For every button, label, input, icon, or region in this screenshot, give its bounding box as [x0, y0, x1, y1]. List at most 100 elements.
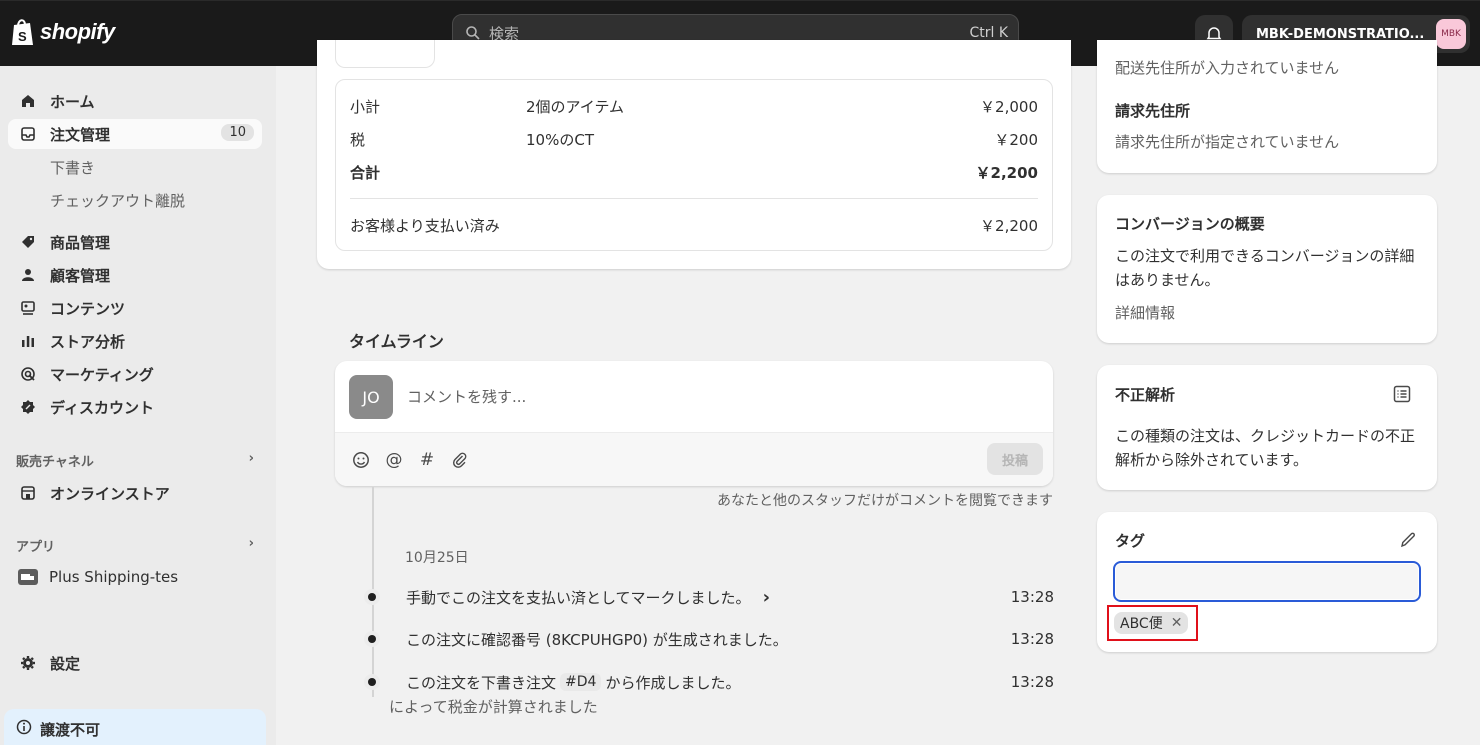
timeline-visibility-note: あなたと他のスタッフだけがコメントを閲覧できます — [717, 493, 1053, 509]
nav-drafts[interactable]: 下書き — [50, 157, 95, 178]
subtotal-row: 小計 2個のアイテム ￥2,000 — [350, 96, 1038, 117]
nav-discounts[interactable]: ディスカウント — [8, 392, 262, 422]
shopify-logo[interactable]: S shopify — [10, 17, 115, 47]
pencil-icon[interactable] — [1399, 531, 1417, 553]
nav-analytics[interactable]: ストア分析 — [8, 326, 262, 356]
summary-divider — [350, 198, 1038, 199]
post-button[interactable]: 投稿 — [987, 443, 1043, 475]
tag-chip: ABC便 ✕ — [1114, 612, 1189, 634]
event-time: 13:28 — [1010, 588, 1054, 606]
fraud-text: この種類の注文は、クレジットカードの不正解析から除外されています。 — [1115, 427, 1416, 469]
store-icon — [18, 483, 38, 503]
notice-label: 譲渡不可 — [40, 720, 101, 739]
conversion-text: この注文で利用できるコンバージョンの詳細はありません。 — [1115, 247, 1415, 289]
non-transferable-notice[interactable]: 譲渡不可 — [4, 709, 266, 745]
subtotal-amount: ￥2,000 — [980, 98, 1038, 116]
nav-orders-label: 注文管理 — [50, 125, 111, 144]
event-time: 13:28 — [1010, 630, 1054, 648]
more-info-link[interactable]: 詳細情報 — [1115, 301, 1419, 325]
tax-label: 税 — [350, 131, 366, 149]
hashtag-icon[interactable]: # — [417, 450, 437, 470]
list-icon[interactable] — [1393, 385, 1411, 407]
apps-label: アプリ — [16, 540, 56, 555]
svg-text:S: S — [18, 29, 27, 44]
total-desc — [526, 162, 976, 183]
nav-marketing-label: マーケティング — [50, 365, 154, 384]
nav-marketing[interactable]: マーケティング — [8, 359, 262, 389]
mention-icon[interactable]: @ — [384, 450, 404, 470]
nav-content-label: コンテンツ — [50, 299, 126, 318]
tag-icon — [18, 232, 38, 252]
timeline-event[interactable]: 手動でこの注文を支払い済としてマークしました。 › 13:28 — [364, 586, 1054, 608]
tags-card: タグ ABC便 ✕ — [1097, 512, 1437, 652]
timeline-dot — [364, 674, 380, 690]
comment-composer: JO コメントを残す... @ # 投稿 — [335, 361, 1053, 486]
tax-desc: 10%のCT — [526, 131, 594, 149]
event-text-before: この注文を下書き注文 — [406, 673, 557, 692]
app-truck-icon — [18, 569, 38, 585]
draft-order-link[interactable]: #D4 — [560, 673, 602, 691]
remove-tag-icon[interactable]: ✕ — [1171, 615, 1183, 631]
fraud-title: 不正解析 — [1115, 386, 1176, 404]
staff-avatar: JO — [349, 375, 393, 419]
inbox-icon — [18, 124, 38, 144]
event-text-after: から作成しました。 — [605, 673, 741, 692]
brand-name: shopify — [40, 19, 115, 44]
nav-home-label: ホーム — [50, 92, 95, 111]
chevron-right-icon[interactable]: › — [763, 587, 770, 608]
tags-title: タグ — [1115, 532, 1146, 550]
comment-input[interactable]: コメントを残す... — [407, 386, 526, 407]
total-amount: ￥2,200 — [975, 164, 1038, 182]
nav-home[interactable]: ホーム — [8, 86, 262, 116]
paid-row: お客様より支払い済み ￥2,200 — [350, 215, 1038, 236]
sales-channels-section[interactable]: 販売チャネル › — [16, 451, 254, 470]
conversion-card: コンバージョンの概要 この注文で利用できるコンバージョンの詳細はありません。 詳… — [1097, 195, 1437, 343]
paid-amount: ￥2,200 — [980, 217, 1038, 235]
nav-content[interactable]: コンテンツ — [8, 293, 262, 323]
chevron-right-icon: › — [248, 451, 254, 466]
total-label: 合計 — [350, 164, 381, 182]
subtotal-desc: 2個のアイテム — [526, 98, 625, 116]
paid-label: お客様より支払い済み — [350, 217, 500, 235]
timeline-dot — [364, 631, 380, 647]
nav-customers-label: 顧客管理 — [50, 266, 111, 285]
shopify-bag-icon: S — [12, 19, 33, 45]
nav-settings[interactable]: 設定 — [8, 648, 262, 678]
tags-input[interactable] — [1113, 561, 1421, 602]
nav-orders[interactable]: 注文管理 10 — [8, 119, 262, 149]
timeline-dot — [364, 589, 380, 605]
billing-address-title: 請求先住所 — [1115, 102, 1191, 120]
gear-icon — [18, 653, 38, 673]
nav-customers[interactable]: 顧客管理 — [8, 260, 262, 290]
search-shortcut: Ctrl K — [969, 25, 1008, 41]
tag-chip-label: ABC便 — [1120, 616, 1163, 632]
search-icon — [466, 26, 480, 40]
apps-section[interactable]: アプリ › — [16, 536, 254, 555]
tax-row: 税 10%のCT ￥200 — [350, 129, 1038, 150]
billing-address-text: 請求先住所が指定されていません — [1115, 133, 1340, 151]
person-icon — [18, 265, 38, 285]
status-badge-stub — [335, 40, 435, 68]
chevron-right-icon: › — [248, 536, 254, 551]
nav-app-label: Plus Shipping-tes — [49, 568, 179, 586]
payment-summary-card: 小計 2個のアイテム ￥2,000 税 10%のCT ￥200 合計 ￥2,20… — [317, 40, 1071, 269]
nav-products[interactable]: 商品管理 — [8, 227, 262, 257]
orders-count-badge: 10 — [221, 124, 254, 141]
nav-abandoned-checkouts[interactable]: チェックアウト離脱 — [50, 190, 185, 211]
nav-analytics-label: ストア分析 — [50, 332, 126, 351]
target-icon — [18, 364, 38, 384]
bar-chart-icon — [18, 331, 38, 351]
nav-products-label: 商品管理 — [50, 233, 111, 252]
timeline-event: この注文に確認番号 (8KCPUHGP0) が生成されました。 13:28 — [364, 628, 1054, 650]
address-card: 配送先住所が入力されていません 請求先住所 請求先住所が指定されていません — [1097, 40, 1437, 173]
shipping-address-text: 配送先住所が入力されていません — [1115, 59, 1340, 77]
nav-online-store[interactable]: オンラインストア — [8, 478, 262, 508]
nav-app-plus-shipping[interactable]: Plus Shipping-tes — [18, 568, 178, 586]
conversion-title: コンバージョンの概要 — [1115, 215, 1265, 233]
tax-amount: ￥200 — [994, 131, 1038, 149]
nav-online-store-label: オンラインストア — [50, 484, 170, 503]
discount-icon — [18, 397, 38, 417]
timeline-event: この注文を下書き注文 #D4 から作成しました。 13:28 — [364, 671, 1054, 693]
attachment-icon[interactable] — [450, 450, 470, 470]
emoji-icon[interactable] — [351, 450, 371, 470]
